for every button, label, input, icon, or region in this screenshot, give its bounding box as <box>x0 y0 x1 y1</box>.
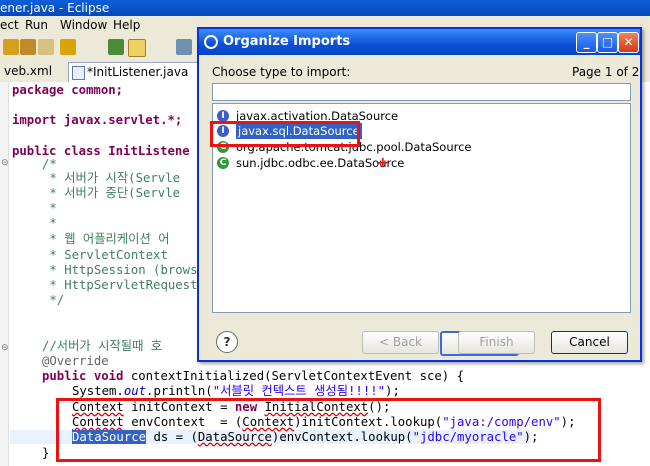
comment-line: * <box>42 216 57 230</box>
class-icon: C <box>217 157 229 169</box>
comment-line: * 서버가 시작(Servle <box>42 171 181 185</box>
menu-project[interactable]: ect <box>0 16 19 34</box>
annotation-box-selection <box>210 121 360 147</box>
dialog-title-bar[interactable]: Organize Imports _ □ ✕ <box>199 29 640 55</box>
comment-line: * HttpSession (brows <box>42 263 198 277</box>
comment-line: */ <box>42 293 65 307</box>
gear-icon <box>204 35 218 49</box>
wand-icon[interactable] <box>60 39 76 55</box>
new-icon[interactable] <box>3 39 19 55</box>
menu-help[interactable]: Help <box>113 16 140 34</box>
back-button[interactable]: < Back <box>362 331 439 354</box>
comment-line: * 웹 어플리케이션 어 <box>42 232 170 246</box>
comment-line: * ServletContext <box>42 248 168 262</box>
minimize-button[interactable]: _ <box>576 32 597 53</box>
run-icon[interactable] <box>108 39 124 55</box>
page-indicator: Page 1 of 2 <box>572 65 640 79</box>
view-icon[interactable] <box>176 39 192 55</box>
code-line: public class InitListene <box>12 144 190 158</box>
comment-line: * <box>42 201 57 215</box>
comment-line: //서버가 시작될때 호 <box>42 339 163 353</box>
cursor-cross-icon: + <box>377 155 389 171</box>
fold-icon[interactable]: ⊖ <box>1 343 9 353</box>
menu-run[interactable]: Run <box>25 16 48 34</box>
type-filter-input[interactable] <box>212 83 631 101</box>
editor-ruler <box>0 82 9 466</box>
choose-type-label: Choose type to import: <box>212 65 351 79</box>
finish-button[interactable]: Finish <box>458 331 535 354</box>
close-button[interactable]: ✕ <box>618 32 639 53</box>
open-type-icon[interactable] <box>38 39 54 55</box>
maximize-button[interactable]: □ <box>597 32 618 53</box>
window-title: ener.java - Eclipse <box>0 1 110 15</box>
tab-initlistener[interactable]: *InitListener.java <box>68 62 202 82</box>
cancel-button[interactable]: Cancel <box>551 331 628 354</box>
println-line: System.out.println("서블릿 컨텍스트 생성됨!!!!"); <box>72 384 400 398</box>
comment-line: * 서버가 중단(Servle <box>42 186 181 200</box>
method-signature: public void contextInitialized(ServletCo… <box>42 369 464 383</box>
closing-brace: } <box>42 446 50 460</box>
open-folder-icon[interactable] <box>20 39 36 55</box>
help-icon[interactable]: ? <box>216 331 238 353</box>
fold-icon[interactable]: ⊖ <box>1 158 9 168</box>
tab-label: *InitListener.java <box>87 65 189 79</box>
menu-window[interactable]: Window <box>60 16 107 34</box>
annotation-box-code <box>56 398 601 462</box>
eclipse-title-bar: ener.java - Eclipse <box>0 0 650 16</box>
comment-line: * HttpServletRequest <box>42 278 198 292</box>
code-line: package common; <box>12 83 124 97</box>
dialog-title: Organize Imports <box>223 34 351 49</box>
organize-imports-dialog: Organize Imports _ □ ✕ Choose type to im… <box>197 27 642 362</box>
code-line: import javax.servlet.*; <box>12 113 183 127</box>
comment-line: /* <box>42 157 57 171</box>
java-file-icon <box>72 66 85 80</box>
highlight-icon[interactable] <box>128 39 146 57</box>
tab-web-xml[interactable]: veb.xml <box>0 62 56 81</box>
annotation-override: @Override <box>42 354 109 368</box>
